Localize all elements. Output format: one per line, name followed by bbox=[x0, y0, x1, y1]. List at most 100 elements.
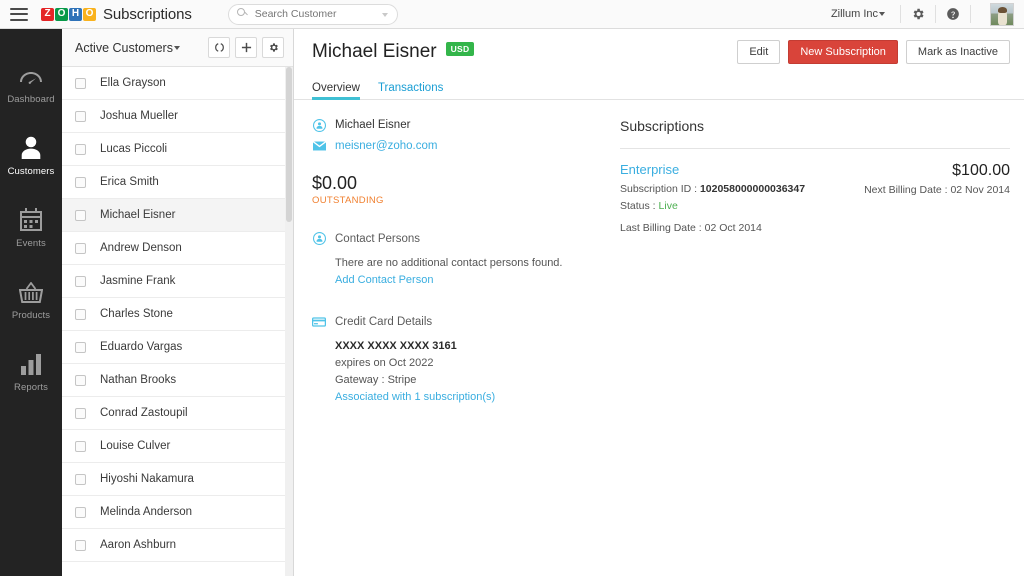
main-content: Michael Eisner USD Edit New Subscription… bbox=[294, 29, 1024, 576]
subscription-amount-block: $100.00 Next Billing Date : 02 Nov 2014 bbox=[864, 162, 1010, 215]
email-link[interactable]: meisner@zoho.com bbox=[335, 140, 437, 152]
customer-list-header: Active Customers bbox=[62, 29, 293, 67]
card-gateway: Gateway : Stripe bbox=[335, 372, 594, 389]
outstanding-label: OUTSTANDING bbox=[312, 195, 594, 206]
detail-tabs: Overview Transactions bbox=[294, 74, 1024, 100]
customer-checkbox[interactable] bbox=[75, 342, 86, 353]
customer-list-item[interactable]: Hiyoshi Nakamura bbox=[62, 463, 293, 496]
customer-list-item[interactable]: Jasmine Frank bbox=[62, 265, 293, 298]
chevron-down-icon bbox=[174, 46, 180, 50]
tab-transactions[interactable]: Transactions bbox=[378, 82, 443, 99]
subscription-id-value: 102058000000036347 bbox=[700, 183, 805, 195]
subscription-plan-link[interactable]: Enterprise bbox=[620, 162, 864, 177]
search-input[interactable] bbox=[228, 4, 398, 25]
sidebar-item-dashboard[interactable]: Dashboard bbox=[0, 47, 62, 119]
customer-list-item[interactable]: Michael Eisner bbox=[62, 199, 293, 232]
credit-card-heading-row: Credit Card Details bbox=[312, 315, 594, 329]
customer-checkbox[interactable] bbox=[75, 540, 86, 551]
divider bbox=[900, 5, 901, 23]
contact-persons-heading-row: Contact Persons bbox=[312, 232, 594, 246]
customer-checkbox[interactable] bbox=[75, 177, 86, 188]
scrollbar[interactable] bbox=[285, 67, 293, 576]
customer-list-item[interactable]: Lucas Piccoli bbox=[62, 133, 293, 166]
customer-list-item[interactable]: Erica Smith bbox=[62, 166, 293, 199]
customer-checkbox[interactable] bbox=[75, 309, 86, 320]
customer-list-item[interactable]: Louise Culver bbox=[62, 430, 293, 463]
customer-name-label: Ella Grayson bbox=[100, 77, 166, 89]
person-icon bbox=[312, 118, 326, 132]
customer-list-scroll: Ella GraysonJoshua MuellerLucas PiccoliE… bbox=[62, 67, 293, 576]
customer-checkbox[interactable] bbox=[75, 78, 86, 89]
sidebar-item-label: Customers bbox=[8, 166, 55, 177]
customer-checkbox[interactable] bbox=[75, 111, 86, 122]
scrollbar-thumb[interactable] bbox=[286, 67, 292, 222]
customer-list-item[interactable]: Nathan Brooks bbox=[62, 364, 293, 397]
contact-persons-empty-text: There are no additional contact persons … bbox=[335, 255, 594, 272]
logo-letter: O bbox=[83, 8, 96, 21]
org-switcher[interactable]: Zillum Inc bbox=[831, 8, 891, 20]
customer-checkbox[interactable] bbox=[75, 474, 86, 485]
customer-checkbox[interactable] bbox=[75, 276, 86, 287]
sidebar-item-label: Events bbox=[16, 238, 46, 249]
mark-as-inactive-button[interactable]: Mark as Inactive bbox=[906, 40, 1010, 64]
customer-list-item[interactable]: Joshua Mueller bbox=[62, 100, 293, 133]
customer-list-item[interactable]: Ella Grayson bbox=[62, 67, 293, 100]
contact-name-row: Michael Eisner bbox=[312, 118, 594, 132]
customer-checkbox[interactable] bbox=[75, 375, 86, 386]
overview-left-column: Michael Eisner meisner@zoho.com $0.00 OU… bbox=[294, 118, 594, 576]
customer-list-item[interactable]: Eduardo Vargas bbox=[62, 331, 293, 364]
customer-filter-label: Active Customers bbox=[75, 41, 173, 55]
tab-overview[interactable]: Overview bbox=[312, 82, 360, 99]
credit-card-icon bbox=[312, 315, 326, 329]
zoho-logo: Z O H O bbox=[41, 8, 97, 21]
sidebar-item-products[interactable]: Products bbox=[0, 263, 62, 335]
customer-filter-dropdown[interactable]: Active Customers bbox=[75, 41, 180, 55]
envelope-icon bbox=[312, 139, 326, 153]
hamburger-icon[interactable] bbox=[10, 8, 28, 21]
contact-name: Michael Eisner bbox=[335, 119, 410, 131]
customer-name-label: Melinda Anderson bbox=[100, 506, 192, 518]
customer-list-item[interactable]: Conrad Zastoupil bbox=[62, 397, 293, 430]
customer-checkbox[interactable] bbox=[75, 210, 86, 221]
search-icon bbox=[237, 8, 245, 16]
customer-name-label: Jasmine Frank bbox=[100, 275, 175, 287]
chevron-down-icon bbox=[879, 12, 885, 16]
refresh-button[interactable] bbox=[208, 37, 230, 58]
chevron-down-icon[interactable] bbox=[382, 13, 388, 17]
customer-checkbox[interactable] bbox=[75, 243, 86, 254]
customer-checkbox[interactable] bbox=[75, 408, 86, 419]
customer-name-label: Louise Culver bbox=[100, 440, 170, 452]
associated-subscriptions-link[interactable]: Associated with 1 subscription(s) bbox=[335, 389, 594, 406]
bar-chart-icon bbox=[20, 349, 42, 375]
sidebar-item-events[interactable]: Events bbox=[0, 191, 62, 263]
customer-list-item[interactable]: Melinda Anderson bbox=[62, 496, 293, 529]
customer-checkbox[interactable] bbox=[75, 441, 86, 452]
add-customer-button[interactable] bbox=[235, 37, 257, 58]
edit-button[interactable]: Edit bbox=[737, 40, 780, 64]
credit-card-section: Credit Card Details XXXX XXXX XXXX 3161 … bbox=[312, 315, 594, 406]
gear-icon[interactable] bbox=[910, 6, 926, 22]
customer-list-item[interactable]: Aaron Ashburn bbox=[62, 529, 293, 562]
logo-letter: O bbox=[55, 8, 68, 21]
contact-persons-body: There are no additional contact persons … bbox=[312, 255, 594, 289]
sidebar-item-reports[interactable]: Reports bbox=[0, 335, 62, 407]
overview-content: Michael Eisner meisner@zoho.com $0.00 OU… bbox=[294, 100, 1024, 576]
customer-list-item[interactable]: Andrew Denson bbox=[62, 232, 293, 265]
customer-name-label: Andrew Denson bbox=[100, 242, 182, 254]
customer-list-item[interactable]: Charles Stone bbox=[62, 298, 293, 331]
help-icon[interactable] bbox=[945, 6, 961, 22]
avatar[interactable] bbox=[990, 3, 1014, 26]
customer-name-label: Michael Eisner bbox=[100, 209, 175, 221]
customer-checkbox[interactable] bbox=[75, 507, 86, 518]
next-billing-date: Next Billing Date : 02 Nov 2014 bbox=[864, 184, 1010, 196]
top-bar-right: Zillum Inc bbox=[831, 0, 1014, 28]
new-subscription-button[interactable]: New Subscription bbox=[788, 40, 898, 64]
email-row: meisner@zoho.com bbox=[312, 139, 594, 153]
add-contact-person-link[interactable]: Add Contact Person bbox=[335, 272, 594, 289]
dashboard-gauge-icon bbox=[19, 61, 43, 87]
sidebar-item-customers[interactable]: Customers bbox=[0, 119, 62, 191]
list-settings-button[interactable] bbox=[262, 37, 284, 58]
sidebar-item-label: Reports bbox=[14, 382, 48, 393]
customer-checkbox[interactable] bbox=[75, 144, 86, 155]
credit-card-body: XXXX XXXX XXXX 3161 expires on Oct 2022 … bbox=[312, 338, 594, 406]
